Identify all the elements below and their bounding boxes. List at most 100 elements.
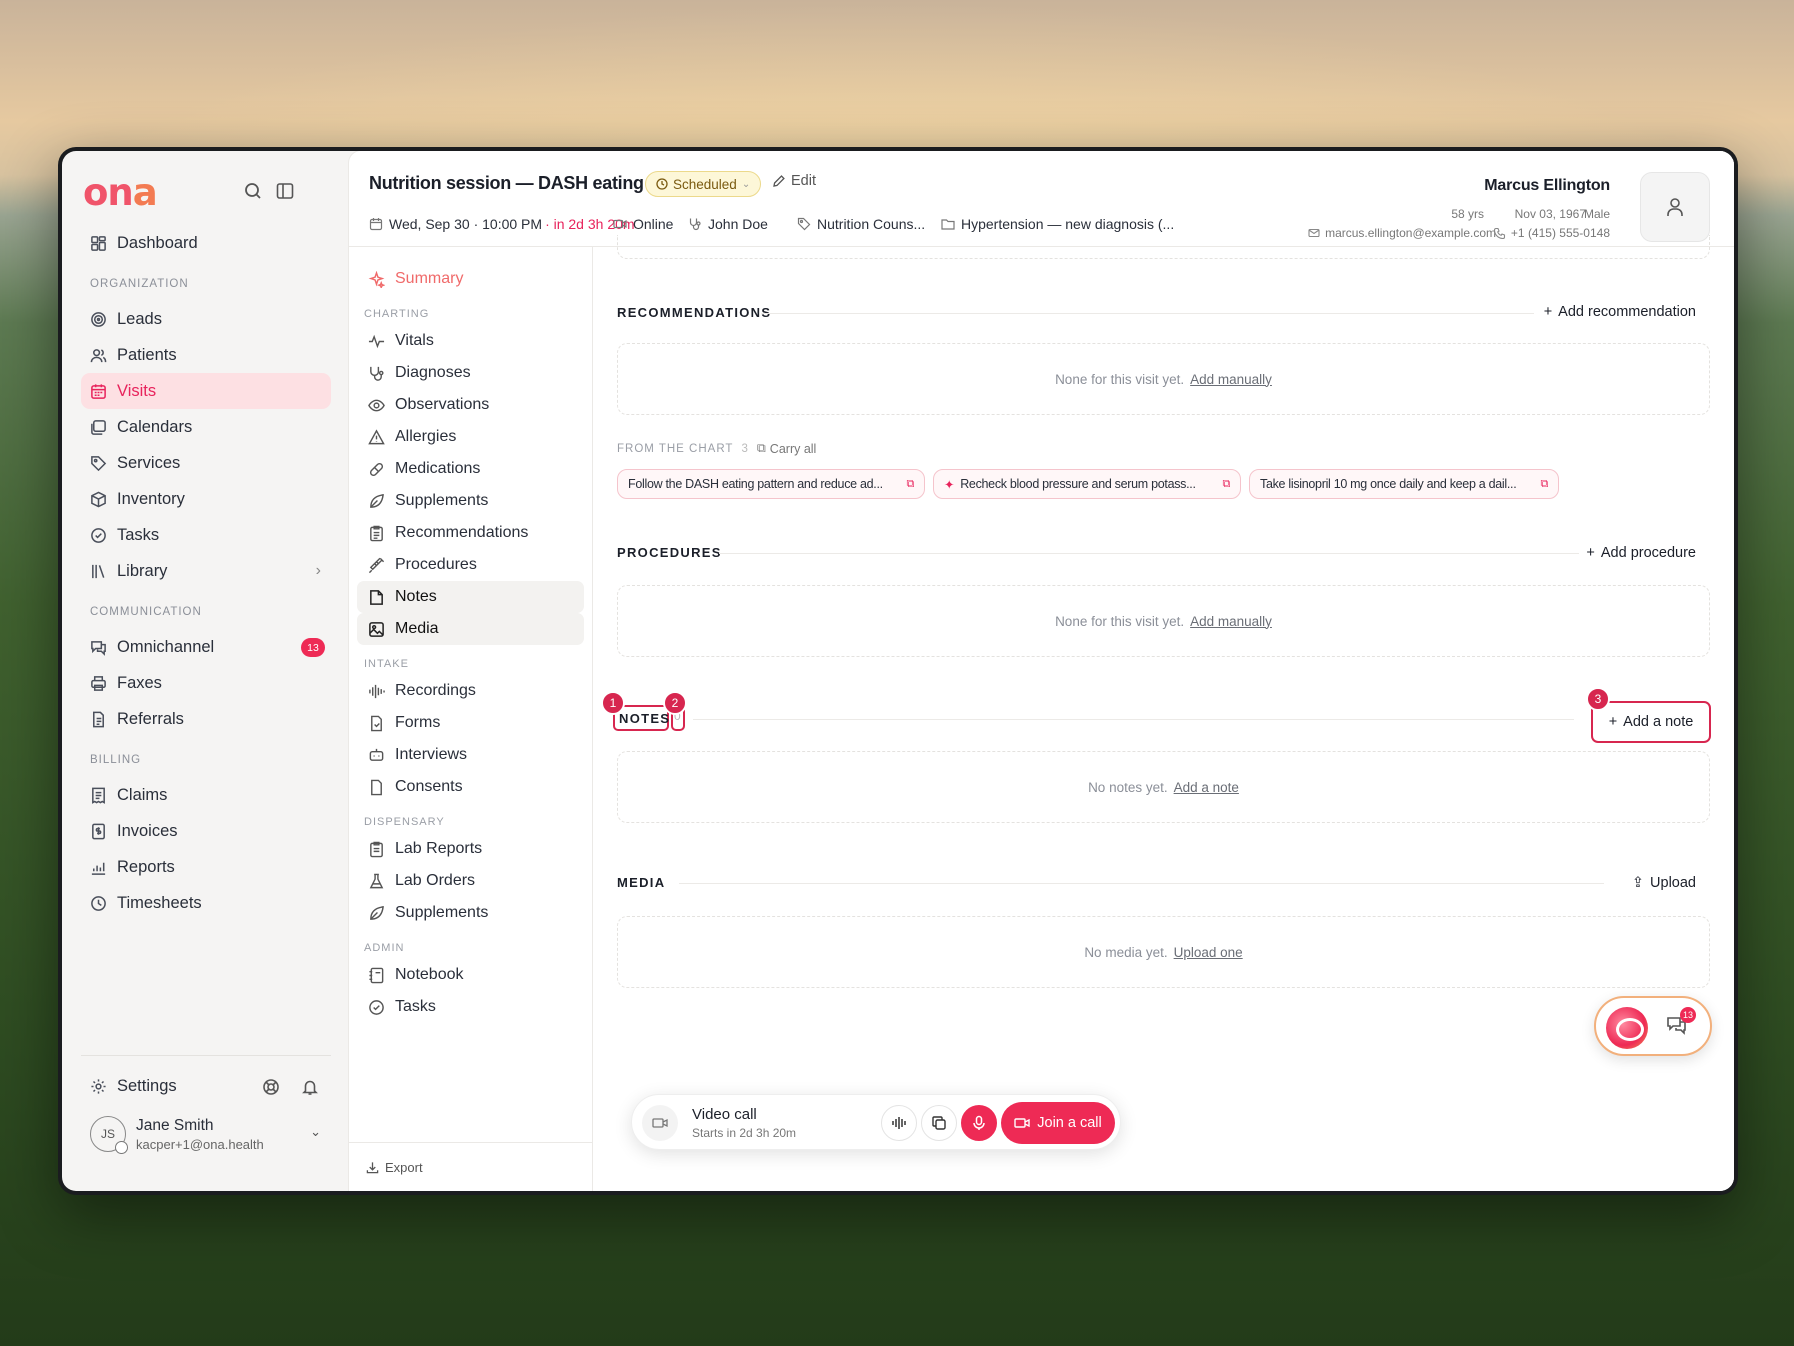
nav-label: Patients bbox=[117, 345, 177, 364]
subnav-tasks[interactable]: Tasks bbox=[357, 991, 584, 1023]
user-profile[interactable]: JS Jane Smith kacper+1@ona.health ⌄ bbox=[81, 1111, 331, 1157]
empty-text: None for this visit yet. bbox=[1055, 371, 1185, 387]
nav-dashboard[interactable]: Dashboard bbox=[81, 225, 331, 261]
add-recommendation-button[interactable]: + Add recommendation bbox=[1544, 304, 1696, 320]
notes-header: NOTES bbox=[619, 711, 671, 726]
nav-patients[interactable]: Patients bbox=[81, 337, 331, 373]
search-icon[interactable] bbox=[243, 181, 263, 201]
subnav-procedures[interactable]: Procedures bbox=[357, 549, 584, 581]
status-label: Scheduled bbox=[673, 176, 737, 192]
carry-all-label: Carry all bbox=[769, 441, 817, 456]
subnav-label: Medications bbox=[395, 460, 481, 477]
patient-avatar[interactable] bbox=[1640, 172, 1710, 242]
visit-provider[interactable]: John Doe bbox=[688, 216, 768, 232]
export-label: Export bbox=[385, 1160, 423, 1175]
chevron-down-icon[interactable]: ⌄ bbox=[310, 1124, 321, 1140]
section-intake: INTAKE bbox=[364, 658, 409, 670]
subnav-vitals[interactable]: Vitals bbox=[357, 325, 584, 357]
join-call-button[interactable]: Join a call bbox=[1001, 1102, 1115, 1144]
chart-recommendation-chip[interactable]: ✦ Recheck blood pressure and serum potass… bbox=[933, 469, 1241, 499]
copy-icon[interactable]: ⧉ bbox=[1540, 478, 1548, 491]
subnav-observations[interactable]: Observations bbox=[357, 389, 584, 421]
user-icon bbox=[1667, 198, 1683, 216]
assistant-chat-widget[interactable]: 13 bbox=[1594, 996, 1712, 1056]
edit-button[interactable]: Edit bbox=[772, 173, 816, 189]
subnav-summary[interactable]: Summary bbox=[357, 263, 584, 295]
subnav-media[interactable]: Media bbox=[357, 613, 584, 645]
subnav-notes[interactable]: Notes bbox=[357, 581, 584, 613]
nav-faxes[interactable]: Faxes bbox=[81, 665, 331, 701]
subnav-label: Lab Reports bbox=[395, 840, 483, 857]
nav-library[interactable]: Library › bbox=[81, 553, 331, 589]
visit-location[interactable]: Online bbox=[613, 216, 673, 232]
ona-logo[interactable]: ona bbox=[83, 171, 158, 214]
subnav-label: Supplements bbox=[395, 492, 489, 509]
nav-referrals[interactable]: Referrals bbox=[81, 701, 331, 737]
copy-icon[interactable]: ⧉ bbox=[1222, 478, 1230, 491]
gear-icon bbox=[91, 1078, 106, 1094]
nav-settings[interactable]: Settings bbox=[81, 1068, 331, 1104]
subnav-supplements[interactable]: Supplements bbox=[357, 485, 584, 517]
nav-reports[interactable]: Reports bbox=[81, 849, 331, 885]
subnav-interviews[interactable]: Interviews bbox=[357, 739, 584, 771]
subnav-forms[interactable]: Forms bbox=[357, 707, 584, 739]
visit-diagnosis[interactable]: Hypertension — new diagnosis (... bbox=[941, 216, 1174, 232]
add-note-button[interactable]: + Add a note bbox=[1591, 701, 1711, 743]
sparkles-icon: ✦ bbox=[944, 477, 955, 492]
add-manually-link[interactable]: Add manually bbox=[1190, 614, 1272, 629]
sidebar-toggle-icon[interactable] bbox=[275, 181, 295, 201]
ona-assistant-icon[interactable] bbox=[1606, 1007, 1648, 1049]
nav-invoices[interactable]: Invoices bbox=[81, 813, 331, 849]
audio-waveform-button[interactable] bbox=[881, 1105, 917, 1141]
nav-omnichannel[interactable]: Omnichannel 13 bbox=[81, 629, 331, 665]
subnav-dispensary-supplements[interactable]: Supplements bbox=[357, 897, 584, 929]
join-call-label: Join a call bbox=[1037, 1115, 1102, 1131]
subnav-notebook[interactable]: Notebook bbox=[357, 959, 584, 991]
subnav-lab-orders[interactable]: Lab Orders bbox=[357, 865, 584, 897]
nav-label: Reports bbox=[117, 857, 175, 876]
subnav-diagnoses[interactable]: Diagnoses bbox=[357, 357, 584, 389]
nav-leads[interactable]: Leads bbox=[81, 301, 331, 337]
target-icon bbox=[91, 311, 106, 327]
folder-icon bbox=[941, 219, 955, 230]
nav-label: Services bbox=[117, 453, 181, 472]
sidebar-divider bbox=[81, 1055, 331, 1056]
carry-all-button[interactable]: ⧉ Carry all bbox=[757, 441, 816, 456]
export-button[interactable]: Export bbox=[366, 1160, 423, 1175]
copy-link-button[interactable] bbox=[921, 1105, 957, 1141]
visit-service[interactable]: Nutrition Couns... bbox=[797, 216, 925, 232]
subnav-medications[interactable]: Medications bbox=[357, 453, 584, 485]
nav-claims[interactable]: Claims bbox=[81, 777, 331, 813]
subnav-label: Vitals bbox=[395, 332, 434, 349]
app-screen: ona Dashboard ORGANIZATION Leads Patient… bbox=[62, 151, 1734, 1191]
add-note-link[interactable]: Add a note bbox=[1174, 780, 1239, 795]
subnav-recordings[interactable]: Recordings bbox=[357, 675, 584, 707]
status-dropdown[interactable]: Scheduled ⌄ bbox=[645, 171, 762, 197]
subnav-consents[interactable]: Consents bbox=[357, 771, 584, 803]
copy-icon[interactable]: ⧉ bbox=[906, 478, 914, 491]
nav-tasks[interactable]: Tasks bbox=[81, 517, 331, 553]
call-subtitle: Starts in 2d 3h 20m bbox=[692, 1126, 797, 1140]
upload-icon: ⇪ bbox=[1631, 875, 1645, 891]
chart-recommendation-chip[interactable]: Follow the DASH eating pattern and reduc… bbox=[617, 469, 925, 499]
add-manually-link[interactable]: Add manually bbox=[1190, 372, 1272, 387]
subnav-lab-reports[interactable]: Lab Reports bbox=[357, 833, 584, 865]
chart-recommendation-chip[interactable]: Take lisinopril 10 mg once daily and kee… bbox=[1249, 469, 1559, 499]
subnav-allergies[interactable]: Allergies bbox=[357, 421, 584, 453]
lifebuoy-icon[interactable] bbox=[262, 1078, 280, 1096]
upload-button[interactable]: ⇪ Upload bbox=[1632, 875, 1696, 891]
sparkles-icon bbox=[368, 270, 385, 288]
page-title: Nutrition session — DASH eating plan bbox=[369, 173, 685, 193]
subnav-recommendations[interactable]: Recommendations bbox=[357, 517, 584, 549]
bell-icon[interactable] bbox=[301, 1078, 319, 1096]
microphone-button[interactable] bbox=[961, 1105, 997, 1141]
invoice-icon bbox=[92, 823, 105, 839]
upload-one-link[interactable]: Upload one bbox=[1174, 945, 1243, 960]
add-procedure-button[interactable]: + Add procedure bbox=[1586, 545, 1696, 561]
button-label: Add a note bbox=[1623, 714, 1694, 730]
nav-calendars[interactable]: Calendars bbox=[81, 409, 331, 445]
nav-timesheets[interactable]: Timesheets bbox=[81, 885, 331, 921]
nav-inventory[interactable]: Inventory bbox=[81, 481, 331, 517]
nav-visits[interactable]: Visits bbox=[81, 373, 331, 409]
nav-services[interactable]: Services bbox=[81, 445, 331, 481]
